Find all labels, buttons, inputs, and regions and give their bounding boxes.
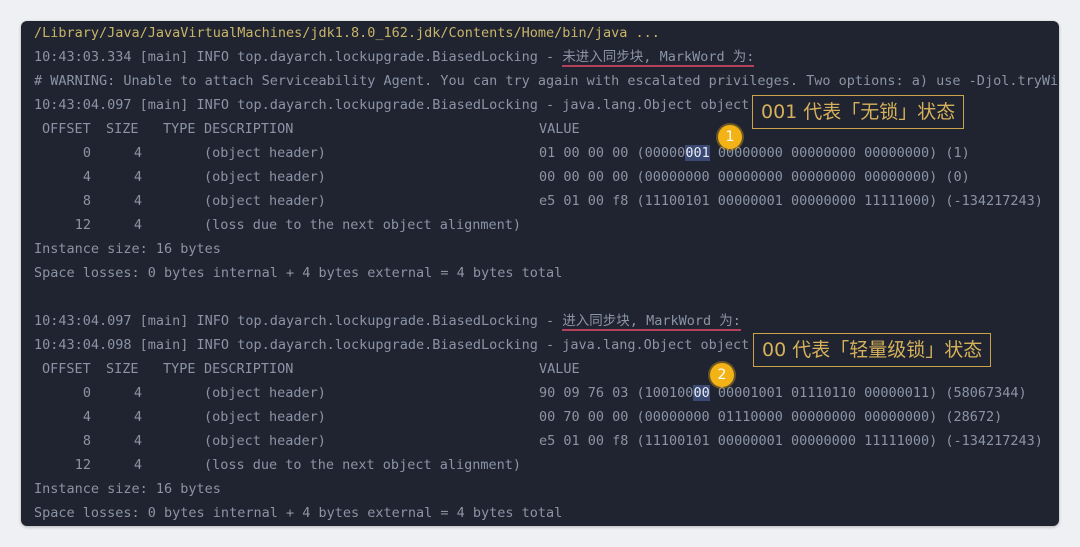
log-prefix: 10:43:04.097 [main] INFO top.dayarch.loc… [34,313,563,329]
header-description: DESCRIPTION [204,121,294,137]
header-size: SIZE [106,121,139,137]
row-size: 4 [133,433,142,449]
header-offset: OFFSET [42,121,91,137]
instance-size-line: Instance size: 16 bytes [34,481,221,497]
highlighted-lock-bits: 00 [693,385,710,401]
header-size: SIZE [106,361,139,377]
row-offset: 0 [82,385,91,401]
row-description: (object header) [204,145,326,161]
row-size: 4 [133,457,142,473]
row-value: e5 01 00 f8 (11100101 00000001 00000000 … [539,433,1043,449]
log-line-before-sync: 10:43:03.334 [main] INFO top.dayarch.loc… [34,47,755,67]
annotation-badge-2: 2 [710,363,734,387]
annotation-callout-unlocked: 001 代表「无锁」状态 [752,95,965,129]
row-size: 4 [133,193,142,209]
header-type: TYPE [163,121,196,137]
header-value: VALUE [539,361,580,377]
warning-line: # WARNING: Unable to attach Serviceabili… [34,73,1059,89]
header-description: DESCRIPTION [204,361,294,377]
row-offset: 12 [74,457,91,473]
row-offset: 12 [74,217,91,233]
row-size: 4 [133,385,142,401]
terminal-window: /Library/Java/JavaVirtualMachines/jdk1.8… [21,21,1059,526]
row-value: 90 09 76 03 (10010000 00001001 01110110 … [539,383,1027,403]
value-text: 90 09 76 03 (100100 [539,385,694,401]
row-description: (object header) [204,385,326,401]
row-size: 4 [133,409,142,425]
row-size: 4 [133,145,142,161]
annotation-badge-1: 1 [718,125,742,149]
row-size: 4 [133,169,142,185]
row-description: (loss due to the next object alignment) [204,217,521,233]
row-size: 4 [133,217,142,233]
java-command-path: /Library/Java/JavaVirtualMachines/jdk1.8… [34,25,660,41]
value-text: 00000000 00000000 00000000) (1) [709,145,970,161]
instance-size-line: Instance size: 16 bytes [34,241,221,257]
row-offset: 8 [82,433,91,449]
log-marker-synced: 进入同步块, MarkWord 为: [562,313,741,331]
header-offset: OFFSET [42,361,91,377]
header-type: TYPE [163,361,196,377]
row-description: (object header) [204,169,326,185]
log-marker-unsynced: 未进入同步块, MarkWord 为: [562,49,755,67]
value-text: 01 00 00 00 (00000 [539,145,686,161]
row-description: (loss due to the next object alignment) [204,457,521,473]
row-value: 00 70 00 00 (00000000 01110000 00000000 … [539,409,1003,425]
row-value: e5 01 00 f8 (11100101 00000001 00000000 … [539,193,1043,209]
row-description: (object header) [204,433,326,449]
log-prefix: 10:43:03.334 [main] INFO top.dayarch.loc… [34,49,563,65]
object-internals-line: 10:43:04.097 [main] INFO top.dayarch.loc… [34,97,839,113]
row-value: 01 00 00 00 (00000001 00000000 00000000 … [539,143,970,163]
space-losses-line: Space losses: 0 bytes internal + 4 bytes… [34,265,563,281]
row-description: (object header) [204,193,326,209]
row-description: (object header) [204,409,326,425]
row-offset: 4 [82,169,91,185]
row-value: 00 00 00 00 (00000000 00000000 00000000 … [539,169,970,185]
space-losses-line: Space losses: 0 bytes internal + 4 bytes… [34,505,563,521]
row-offset: 4 [82,409,91,425]
header-value: VALUE [539,121,580,137]
highlighted-lock-bits: 001 [685,145,710,161]
annotation-callout-lightweight-lock: 00 代表「轻量级锁」状态 [753,333,992,367]
log-line-in-sync: 10:43:04.097 [main] INFO top.dayarch.loc… [34,311,741,331]
row-offset: 8 [82,193,91,209]
value-text: 00001001 01110110 00000011) (58067344) [709,385,1027,401]
row-offset: 0 [82,145,91,161]
object-internals-line: 10:43:04.098 [main] INFO top.dayarch.loc… [34,337,839,353]
